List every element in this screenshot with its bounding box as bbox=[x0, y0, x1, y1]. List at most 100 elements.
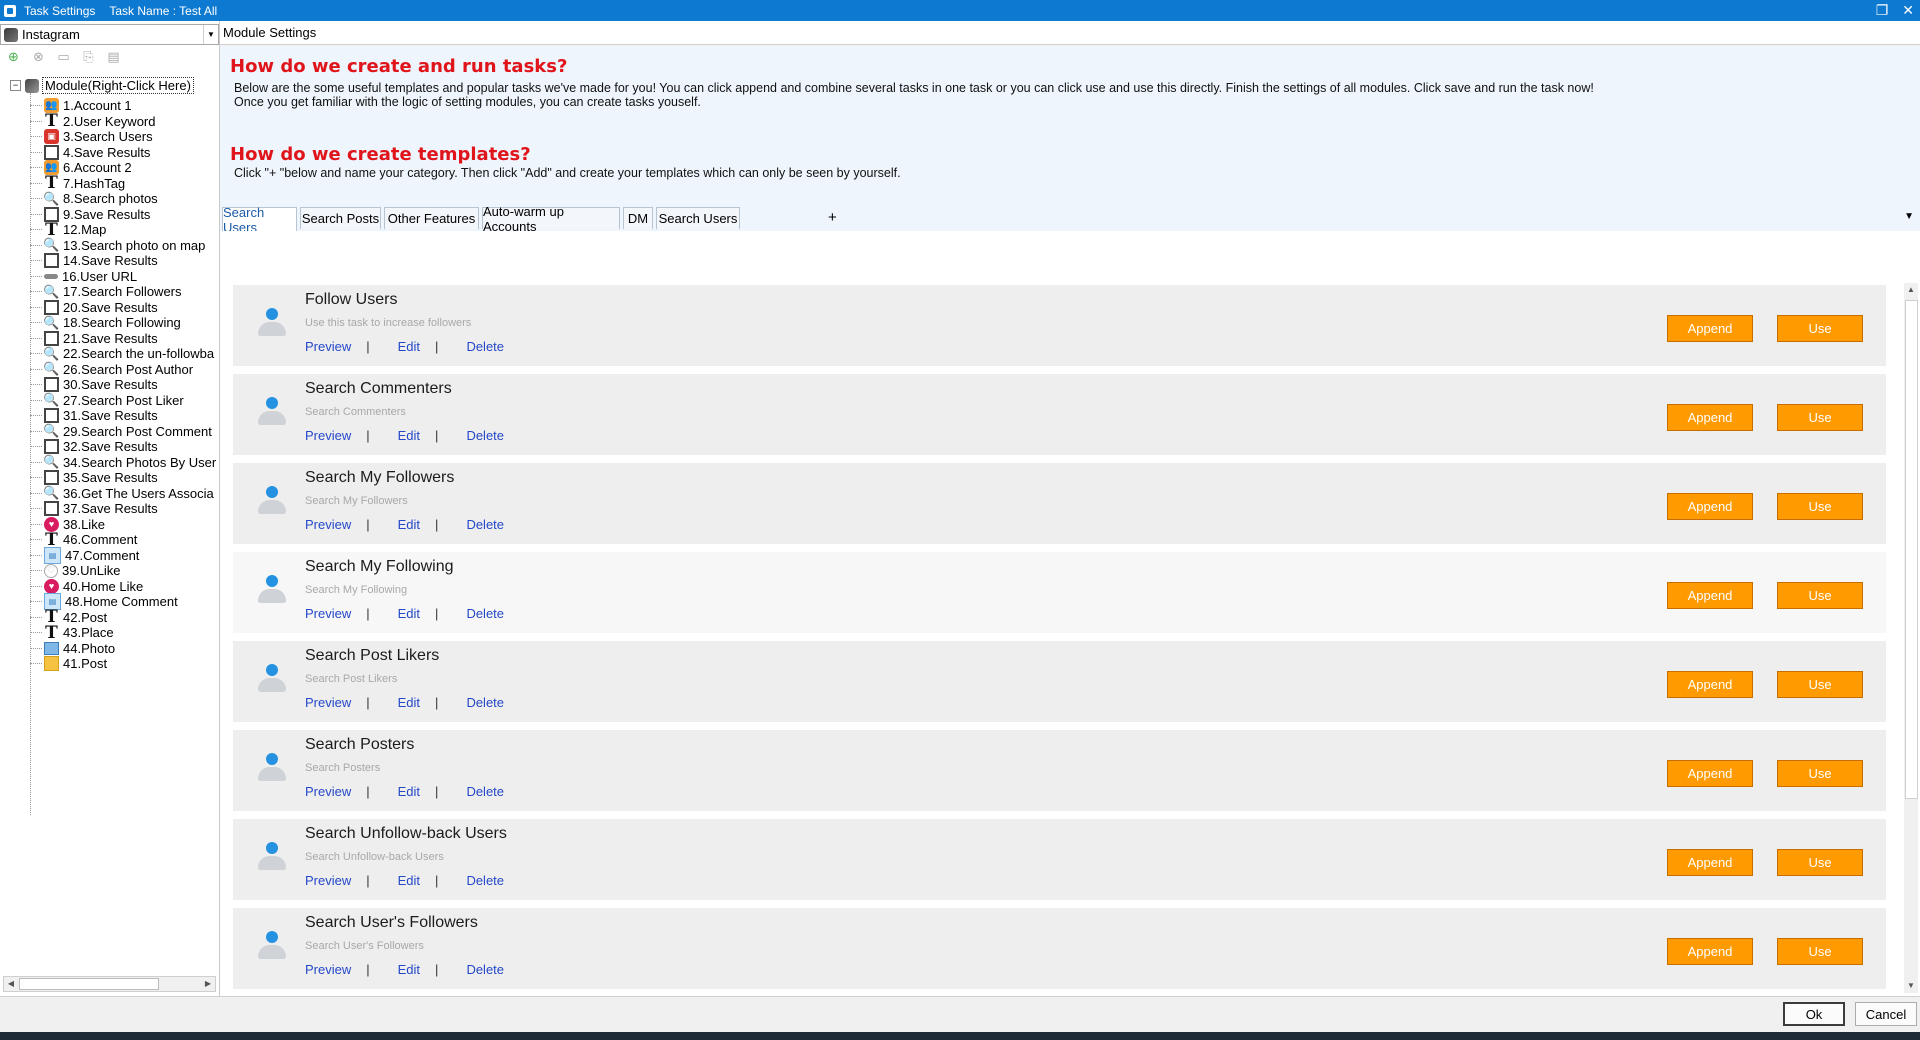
tree-item[interactable]: 41.Post bbox=[30, 654, 107, 673]
scroll-left-icon[interactable]: ◀ bbox=[4, 977, 18, 991]
tab-search-users-2[interactable]: Search Users bbox=[656, 207, 740, 229]
preview-link[interactable]: Preview bbox=[305, 428, 351, 443]
user-avatar-icon bbox=[255, 397, 289, 431]
delete-link[interactable]: Delete bbox=[466, 339, 504, 354]
scroll-down-icon[interactable]: ▼ bbox=[1904, 979, 1918, 993]
preview-link[interactable]: Preview bbox=[305, 962, 351, 977]
template-card: Search Posters Search Posters Preview | Edit… bbox=[233, 730, 1886, 811]
append-button[interactable]: Append bbox=[1667, 671, 1753, 698]
template-links: Preview | Edit | Delete bbox=[305, 428, 504, 443]
link-separator: | bbox=[435, 517, 439, 532]
scroll-up-icon[interactable]: ▲ bbox=[1904, 283, 1918, 297]
tab-other-features[interactable]: Other Features bbox=[384, 207, 479, 229]
template-title: Search My Following bbox=[305, 558, 454, 575]
edit-link[interactable]: Edit bbox=[398, 428, 420, 443]
template-description: Search Posters bbox=[305, 762, 381, 774]
use-button[interactable]: Use bbox=[1777, 582, 1863, 609]
delete-link[interactable]: Delete bbox=[466, 962, 504, 977]
add-icon[interactable]: ⊕ bbox=[6, 49, 21, 64]
append-button[interactable]: Append bbox=[1667, 404, 1753, 431]
edit-link[interactable]: Edit bbox=[398, 339, 420, 354]
document-icon[interactable]: ▭ bbox=[56, 49, 71, 64]
use-button[interactable]: Use bbox=[1777, 849, 1863, 876]
user-avatar-icon bbox=[255, 842, 289, 876]
use-button[interactable]: Use bbox=[1777, 671, 1863, 698]
tree-connector bbox=[30, 167, 42, 168]
tree-connector bbox=[30, 554, 42, 556]
append-button[interactable]: Append bbox=[1667, 493, 1753, 520]
delete-link[interactable]: Delete bbox=[466, 428, 504, 443]
add-tab-button[interactable]: + bbox=[828, 209, 837, 226]
append-button[interactable]: Append bbox=[1667, 582, 1753, 609]
template-title: Search User's Followers bbox=[305, 914, 478, 931]
edit-link[interactable]: Edit bbox=[398, 517, 420, 532]
tree-connector bbox=[30, 260, 42, 261]
template-title: Follow Users bbox=[305, 291, 398, 308]
use-button[interactable]: Use bbox=[1777, 404, 1863, 431]
link-separator: | bbox=[435, 606, 439, 621]
cancel-button[interactable]: Cancel bbox=[1855, 1002, 1917, 1026]
delete-link[interactable]: Delete bbox=[466, 784, 504, 799]
edit-link[interactable]: Edit bbox=[398, 873, 420, 888]
delete-link[interactable]: Delete bbox=[466, 606, 504, 621]
tab-search-users[interactable]: Search Users bbox=[222, 205, 297, 235]
remove-icon[interactable]: ⊗ bbox=[31, 49, 46, 64]
restore-icon[interactable]: ❐ bbox=[1876, 0, 1889, 21]
preview-link[interactable]: Preview bbox=[305, 339, 351, 354]
preview-link[interactable]: Preview bbox=[305, 517, 351, 532]
tree-connector bbox=[30, 136, 42, 137]
edit-link[interactable]: Edit bbox=[398, 606, 420, 621]
append-button[interactable]: Append bbox=[1667, 315, 1753, 342]
link-separator: | bbox=[366, 606, 370, 621]
preview-link[interactable]: Preview bbox=[305, 873, 351, 888]
instagram-icon bbox=[4, 27, 18, 42]
template-title: Search Commenters bbox=[305, 380, 452, 397]
scroll-thumb[interactable] bbox=[19, 978, 159, 990]
avatar-body bbox=[258, 589, 286, 603]
preview-link[interactable]: Preview bbox=[305, 784, 351, 799]
use-button[interactable]: Use bbox=[1777, 493, 1863, 520]
tree-connector bbox=[30, 601, 42, 602]
use-button[interactable]: Use bbox=[1777, 938, 1863, 965]
user-avatar-icon bbox=[255, 308, 289, 342]
scroll-thumb[interactable] bbox=[1905, 300, 1918, 799]
append-button[interactable]: Append bbox=[1667, 849, 1753, 876]
tab-search-posts[interactable]: Search Posts bbox=[300, 207, 381, 229]
avatar-head bbox=[266, 486, 278, 498]
tab-dm[interactable]: DM bbox=[623, 207, 653, 229]
module-tree-panel: Instagram ▼ ⊕ ⊗ ▭ ⎘ ▤ − Module(Right-Cli… bbox=[0, 21, 220, 996]
ok-button[interactable]: Ok bbox=[1783, 1002, 1845, 1026]
tree-horizontal-scrollbar[interactable]: ◀ ▶ bbox=[3, 976, 216, 992]
tab-auto-warm-up[interactable]: Auto-warm up Accounts bbox=[482, 204, 620, 234]
delete-link[interactable]: Delete bbox=[466, 695, 504, 710]
delete-link[interactable]: Delete bbox=[466, 517, 504, 532]
delete-link[interactable]: Delete bbox=[466, 873, 504, 888]
module-settings-header: Module Settings bbox=[220, 21, 1920, 45]
url-icon bbox=[44, 273, 58, 279]
collapse-icon[interactable]: − bbox=[10, 80, 21, 91]
tree-connector bbox=[30, 585, 42, 587]
tree-connector bbox=[30, 105, 42, 106]
edit-link[interactable]: Edit bbox=[398, 784, 420, 799]
preview-link[interactable]: Preview bbox=[305, 695, 351, 710]
chevron-down-icon[interactable]: ▼ bbox=[203, 25, 218, 44]
preview-link[interactable]: Preview bbox=[305, 606, 351, 621]
append-button[interactable]: Append bbox=[1667, 938, 1753, 965]
platform-dropdown[interactable]: Instagram ▼ bbox=[0, 24, 219, 45]
app-icon bbox=[4, 4, 16, 17]
use-button[interactable]: Use bbox=[1777, 760, 1863, 787]
paste-icon[interactable]: ▤ bbox=[106, 49, 121, 64]
copy-icon[interactable]: ⎘ bbox=[81, 49, 96, 64]
avatar-body bbox=[258, 945, 286, 959]
link-separator: | bbox=[435, 428, 439, 443]
close-icon[interactable]: ✕ bbox=[1902, 0, 1914, 21]
edit-link[interactable]: Edit bbox=[398, 962, 420, 977]
append-button[interactable]: Append bbox=[1667, 760, 1753, 787]
templates-vertical-scrollbar[interactable]: ▲ ▼ bbox=[1904, 283, 1918, 993]
tabs-dropdown-icon[interactable]: ▼ bbox=[1904, 211, 1914, 222]
edit-link[interactable]: Edit bbox=[398, 695, 420, 710]
scroll-right-icon[interactable]: ▶ bbox=[201, 977, 215, 991]
use-button[interactable]: Use bbox=[1777, 315, 1863, 342]
tree-root[interactable]: − Module(Right-Click Here) bbox=[10, 77, 194, 94]
avatar-body bbox=[258, 767, 286, 781]
